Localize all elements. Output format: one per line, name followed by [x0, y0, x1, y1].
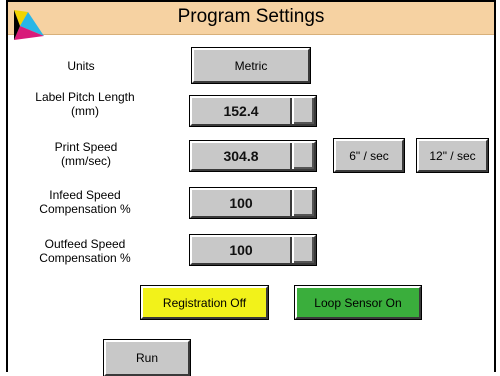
infeed-field[interactable]: 100	[189, 187, 317, 219]
title-bar: Program Settings	[8, 2, 494, 40]
print-speed-label: Print Speed (mm/sec)	[36, 140, 136, 168]
print-speed-label-line2: (mm/sec)	[61, 154, 111, 168]
outfeed-label-line2: Compensation %	[39, 251, 131, 265]
speed-6-per-sec-button[interactable]: 6" / sec	[333, 138, 405, 173]
label-pitch-label-line1: Label Pitch Length	[35, 90, 135, 104]
units-label: Units	[67, 59, 95, 73]
infeed-adjust-handle[interactable]	[292, 190, 314, 216]
run-button[interactable]: Run	[103, 339, 191, 376]
infeed-value: 100	[192, 190, 292, 216]
units-button[interactable]: Metric	[191, 47, 311, 84]
label-pitch-field[interactable]: 152.4	[189, 95, 317, 127]
label-pitch-value: 152.4	[192, 98, 292, 124]
print-speed-value: 304.8	[192, 143, 292, 169]
outfeed-value: 100	[192, 237, 292, 263]
loop-sensor-toggle-button[interactable]: Loop Sensor On	[294, 285, 422, 320]
print-speed-field[interactable]: 304.8	[189, 140, 317, 172]
page-title: Program Settings	[177, 6, 325, 27]
print-speed-adjust-handle[interactable]	[292, 143, 314, 169]
infeed-label-line1: Infeed Speed	[49, 188, 121, 202]
label-pitch-label: Label Pitch Length (mm)	[26, 90, 144, 118]
outfeed-adjust-handle[interactable]	[292, 237, 314, 263]
outfeed-label-line1: Outfeed Speed	[44, 237, 126, 251]
outfeed-field[interactable]: 100	[189, 234, 317, 266]
outfeed-label: Outfeed Speed Compensation %	[26, 237, 144, 265]
program-settings-screen: Program Settings Units Metric Label Pitc…	[6, 0, 496, 376]
label-pitch-label-line2: (mm)	[71, 104, 99, 118]
registration-toggle-button[interactable]: Registration Off	[140, 285, 269, 320]
speed-12-per-sec-button[interactable]: 12" / sec	[416, 138, 489, 173]
infeed-label: Infeed Speed Compensation %	[26, 188, 144, 216]
print-speed-label-line1: Print Speed	[54, 140, 118, 154]
infeed-label-line2: Compensation %	[39, 202, 131, 216]
label-pitch-adjust-handle[interactable]	[292, 98, 314, 124]
